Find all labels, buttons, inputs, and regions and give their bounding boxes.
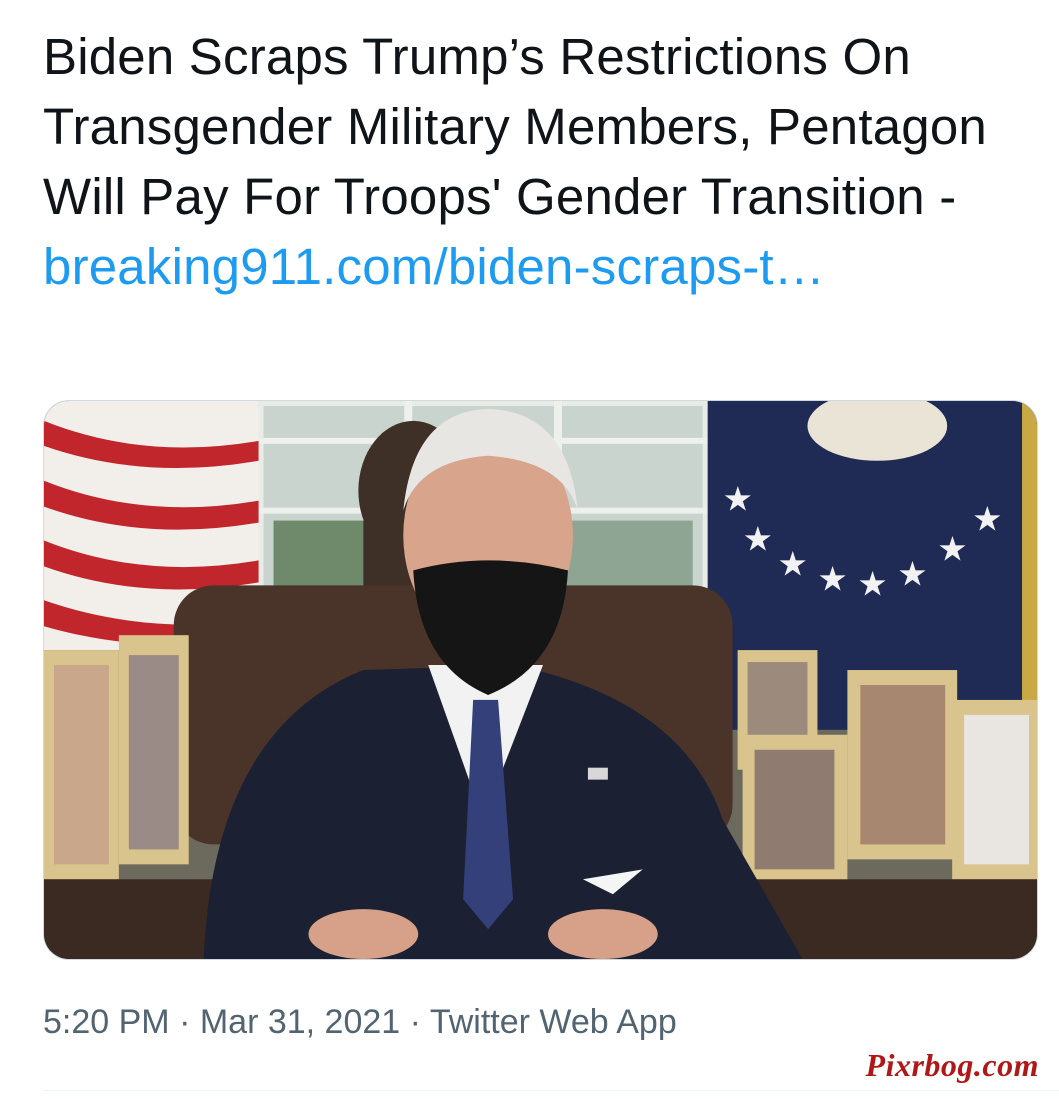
divider bbox=[43, 1090, 1059, 1091]
tweet-headline: Biden Scraps Trump’s Restrictions On Tra… bbox=[43, 28, 987, 225]
tweet-text: Biden Scraps Trump’s Restrictions On Tra… bbox=[43, 22, 1028, 302]
watermark: Pixrbog.com bbox=[865, 1047, 1039, 1083]
svg-text:★: ★ bbox=[972, 500, 1002, 539]
svg-text:★: ★ bbox=[743, 519, 773, 558]
svg-text:★: ★ bbox=[857, 564, 887, 603]
svg-text:★: ★ bbox=[723, 480, 753, 519]
tweet-source-app[interactable]: Twitter Web App bbox=[430, 1003, 677, 1041]
tweet-meta: 5:20 PM · Mar 31, 2021 · Twitter Web App bbox=[43, 1003, 677, 1042]
svg-text:★: ★ bbox=[817, 559, 847, 598]
meta-separator: · bbox=[400, 1003, 430, 1041]
svg-text:★: ★ bbox=[937, 529, 967, 568]
tweet-time[interactable]: 5:20 PM bbox=[43, 1003, 170, 1041]
tweet-date[interactable]: Mar 31, 2021 bbox=[200, 1003, 400, 1041]
svg-text:★: ★ bbox=[897, 554, 927, 593]
meta-separator: · bbox=[169, 1003, 200, 1041]
photo-illustration: ★★★ ★ ★ ★ ★★ bbox=[44, 401, 1037, 959]
tweet-link[interactable]: breaking911.com/biden-scraps-t… bbox=[43, 238, 825, 295]
tweet-media-photo[interactable]: ★ ★ ★ ★ ★ ★ ★ ★ bbox=[43, 400, 1038, 960]
svg-text:★: ★ bbox=[778, 544, 808, 583]
